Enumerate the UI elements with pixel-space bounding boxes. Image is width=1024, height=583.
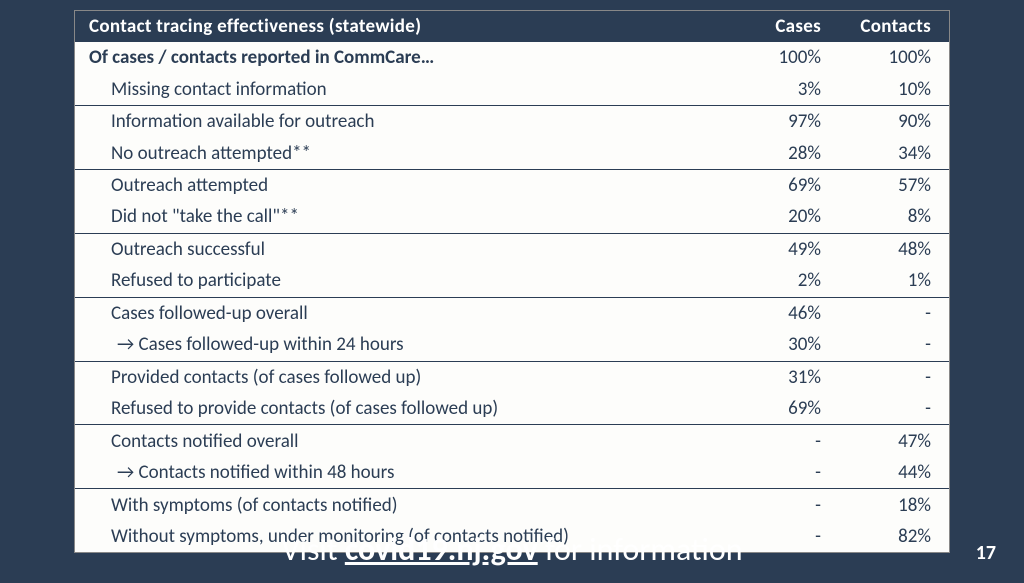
row-label: No outreach attempted** xyxy=(75,137,729,169)
table-row: Information available for outreach97%90% xyxy=(75,105,949,137)
row-contacts: 10% xyxy=(839,73,949,105)
row-contacts: 100% xyxy=(839,42,949,73)
header-contacts: Contacts xyxy=(839,11,949,42)
row-label: Refused to participate xyxy=(75,265,729,297)
row-contacts: 57% xyxy=(839,169,949,201)
table-row: No outreach attempted**28%34% xyxy=(75,137,949,169)
table-row: Outreach successful49%48% xyxy=(75,233,949,265)
page-number: 17 xyxy=(976,541,996,565)
row-contacts: - xyxy=(839,329,949,361)
row-label: Contacts notified overall xyxy=(75,425,729,457)
table-row: Outreach attempted69%57% xyxy=(75,169,949,201)
row-contacts: 34% xyxy=(839,137,949,169)
table-row: Provided contacts (of cases followed up)… xyxy=(75,361,949,393)
table-row: Contacts notified overall-47% xyxy=(75,425,949,457)
row-contacts: 90% xyxy=(839,105,949,137)
row-cases: 49% xyxy=(729,233,839,265)
row-label: → Cases followed-up within 24 hours xyxy=(75,329,729,361)
footer-text: Visit covid19.nj.gov for information xyxy=(0,530,1024,569)
table-row: Refused to participate2%1% xyxy=(75,265,949,297)
row-contacts: 1% xyxy=(839,265,949,297)
table-row: → Contacts notified within 48 hours-44% xyxy=(75,457,949,489)
table-row: Of cases / contacts reported in CommCare… xyxy=(75,42,949,73)
row-cases: - xyxy=(729,489,839,521)
row-label: Outreach successful xyxy=(75,233,729,265)
row-contacts: - xyxy=(839,297,949,329)
row-label: Refused to provide contacts (of cases fo… xyxy=(75,393,729,425)
row-label: Of cases / contacts reported in CommCare… xyxy=(75,42,729,73)
row-cases: - xyxy=(729,457,839,489)
row-cases: 69% xyxy=(729,393,839,425)
row-cases: 100% xyxy=(729,42,839,73)
row-cases: 30% xyxy=(729,329,839,361)
table-row: Did not "take the call"**20%8% xyxy=(75,201,949,233)
footer-link[interactable]: covid19.nj.gov xyxy=(345,530,538,569)
row-label: Information available for outreach xyxy=(75,105,729,137)
row-label: Missing contact information xyxy=(75,73,729,105)
contact-tracing-table: Contact tracing effectiveness (statewide… xyxy=(75,11,949,552)
table-row: Cases followed-up overall46%- xyxy=(75,297,949,329)
row-cases: 69% xyxy=(729,169,839,201)
table-row: Missing contact information3%10% xyxy=(75,73,949,105)
row-cases: 3% xyxy=(729,73,839,105)
table-header-row: Contact tracing effectiveness (statewide… xyxy=(75,11,949,42)
row-label: Did not "take the call"** xyxy=(75,201,729,233)
row-cases: 2% xyxy=(729,265,839,297)
row-cases: 46% xyxy=(729,297,839,329)
header-cases: Cases xyxy=(729,11,839,42)
table-row: Refused to provide contacts (of cases fo… xyxy=(75,393,949,425)
row-label: Outreach attempted xyxy=(75,169,729,201)
row-cases: 31% xyxy=(729,361,839,393)
row-cases: 97% xyxy=(729,105,839,137)
row-cases: 20% xyxy=(729,201,839,233)
row-contacts: 48% xyxy=(839,233,949,265)
row-contacts: 44% xyxy=(839,457,949,489)
row-contacts: - xyxy=(839,393,949,425)
row-contacts: - xyxy=(839,361,949,393)
row-label: With symptoms (of contacts notified) xyxy=(75,489,729,521)
row-label: Provided contacts (of cases followed up) xyxy=(75,361,729,393)
row-cases: - xyxy=(729,425,839,457)
row-label: → Contacts notified within 48 hours xyxy=(75,457,729,489)
row-contacts: 8% xyxy=(839,201,949,233)
table-row: With symptoms (of contacts notified)-18% xyxy=(75,489,949,521)
row-cases: 28% xyxy=(729,137,839,169)
row-contacts: 47% xyxy=(839,425,949,457)
footer-suffix: for information xyxy=(538,530,743,569)
row-contacts: 18% xyxy=(839,489,949,521)
table-row: → Cases followed-up within 24 hours30%- xyxy=(75,329,949,361)
data-table-panel: Contact tracing effectiveness (statewide… xyxy=(74,10,950,553)
footer-prefix: Visit xyxy=(282,530,345,569)
row-label: Cases followed-up overall xyxy=(75,297,729,329)
header-title: Contact tracing effectiveness (statewide… xyxy=(75,11,729,42)
